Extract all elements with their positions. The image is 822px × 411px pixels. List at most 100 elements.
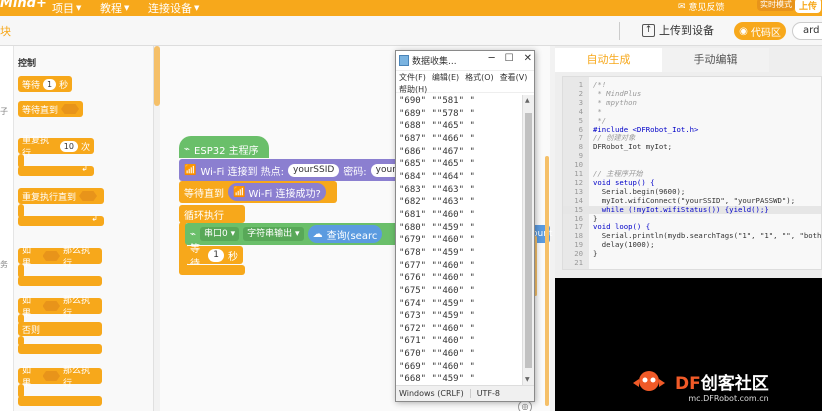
output-format-dropdown[interactable]: 字符串输出 ▾ <box>243 227 304 241</box>
line-number: 2 <box>578 88 583 98</box>
menu-format[interactable]: 格式(O) <box>465 72 494 83</box>
notepad-line: "679" ""460" " <box>399 235 475 246</box>
notepad-titlebar[interactable]: 数据收集... ─ ☐ ✕ <box>396 51 534 71</box>
workspace-vertical-scrollbar[interactable] <box>545 156 549 406</box>
code-text: delay(1000); <box>593 240 655 250</box>
code-line: 19 delay(1000); <box>563 240 821 250</box>
feedback-button[interactable]: ✉ 意见反馈 <box>678 0 725 14</box>
notepad-line: "674" ""459" " <box>399 298 475 309</box>
mail-icon: ✉ <box>678 1 686 12</box>
code-line: 15 while (!myIot.wifiStatus()) {yield();… <box>563 205 821 214</box>
scrollbar-thumb[interactable] <box>525 113 532 368</box>
wait-until-block[interactable]: 等待直到 📶 Wi-Fi 连接成功? <box>179 181 337 203</box>
code-line: 11 // 主程序开始 <box>563 169 821 178</box>
watermark: DF创客社区 mc.DFRobot.com.cn <box>633 369 769 403</box>
top-menu-bar: Mind+ 项目 ▼ 教程 ▼ 连接设备 ▼ ✉ 意见反馈 实时模式 上传 <box>0 0 822 16</box>
wait-block[interactable]: 等待 1 秒 <box>185 244 243 270</box>
palette-block-wait-until[interactable]: 等待直到 <box>18 101 84 117</box>
code-text: */ <box>593 115 607 125</box>
notepad-line: "668" ""459" " <box>399 374 475 385</box>
condition-slot <box>42 371 60 381</box>
code-text: // 主程序开始 <box>593 169 643 178</box>
serial-print-block[interactable]: ⌁ 串口0 ▾ 字符串输出 ▾ ☁ 查询(searc <box>185 223 400 245</box>
condition-slot <box>61 104 80 114</box>
code-icon: ◉ <box>739 25 748 37</box>
palette-block-wait[interactable]: 等待 1 秒 <box>18 76 73 92</box>
upload-mode-button[interactable]: 上传 <box>795 0 822 13</box>
palette-block-repeat[interactable]: 重复执行 10 次 <box>18 136 94 159</box>
notepad-line: "686" ""467" " <box>399 146 475 157</box>
notepad-line: "678" ""459" " <box>399 247 475 258</box>
palette-block-if-else[interactable]: 如果 那么执行 <box>18 296 102 319</box>
notepad-line: "689" ""578" " <box>399 108 475 119</box>
menu-view[interactable]: 查看(V) <box>500 72 528 83</box>
realtime-mode-button[interactable]: 实时模式 <box>757 0 795 11</box>
palette-block-repeat-until[interactable]: 重复执行直到 <box>18 188 104 204</box>
mindplus-window: Mind+ 项目 ▼ 教程 ▼ 连接设备 ▼ ✉ 意见反馈 实时模式 上传 块 ↑ 上传… <box>0 0 822 411</box>
wifi-connected-condition[interactable]: 📶 Wi-Fi 连接成功? <box>228 183 326 201</box>
board-selector[interactable]: ard <box>792 22 822 40</box>
scroll-up-icon[interactable]: ▲ <box>525 97 530 104</box>
category-label[interactable]: 子 <box>0 106 8 117</box>
line-number: 12 <box>574 177 583 187</box>
brand-df: DF <box>675 374 701 394</box>
block-footer <box>18 396 102 406</box>
code-line: 18 Serial.println(mydb.searchTags("1", "… <box>563 232 821 240</box>
scroll-down-icon[interactable]: ▼ <box>525 376 530 383</box>
upload-to-device-button[interactable]: ↑ 上传到设备 <box>642 22 714 38</box>
line-number: 9 <box>578 151 583 161</box>
ssid-field[interactable]: yourSSID <box>288 163 340 177</box>
line-number: 1 <box>578 80 583 89</box>
menu-project[interactable]: 项目 ▼ <box>52 0 81 16</box>
menu-edit[interactable]: 编辑(E) <box>432 72 459 83</box>
code-text: void setup() { <box>593 177 655 187</box>
menu-file[interactable]: 文件(F) <box>399 72 426 83</box>
serial-monitor: DF创客社区 mc.DFRobot.com.cn <box>555 278 822 411</box>
line-number: 13 <box>574 186 583 196</box>
tab-auto-generate[interactable]: 自动生成 <box>555 48 662 72</box>
upload-icon: ↑ <box>642 23 655 37</box>
code-line: 10 <box>563 161 821 169</box>
code-text: void loop() { <box>593 222 651 232</box>
notepad-text-area[interactable]: "690" ""581" " "689" ""578" " "688" ""465"… <box>396 95 522 385</box>
query-block[interactable]: ☁ 查询(searc <box>307 225 383 243</box>
notepad-line: "673" ""459" " <box>399 311 475 322</box>
code-panel: 自动生成 手动编辑 1/*! 2 * MindPlus 3 * mpython 4 *… <box>555 46 822 411</box>
notepad-window[interactable]: 数据收集... ─ ☐ ✕ 文件(F) 编辑(E) 格式(O) 查看(V) 帮助… <box>395 50 535 402</box>
line-number: 21 <box>574 258 583 267</box>
line-number: 6 <box>578 124 583 134</box>
code-editor[interactable]: 1/*! 2 * MindPlus 3 * mpython 4 * 5 */6 #incl… <box>562 76 822 270</box>
close-icon[interactable]: ✕ <box>524 53 532 64</box>
minimize-icon[interactable]: ─ <box>489 53 495 64</box>
divider <box>619 22 620 40</box>
notepad-line: "670" ""460" " <box>399 349 475 360</box>
notepad-line: "672" ""460" " <box>399 323 475 334</box>
repeat-arrow-icon: ↲ <box>81 164 88 173</box>
tab-blocks[interactable]: 块 <box>0 23 11 39</box>
code-line: 8 DFRobot_Iot myIot; <box>563 143 821 151</box>
serial-port-dropdown[interactable]: 串口0 ▾ <box>200 227 240 241</box>
palette-block-if-2[interactable]: 如果 那么执行 <box>18 366 102 389</box>
charset-status: UTF-8 <box>476 389 501 398</box>
cloud-icon: ☁ <box>312 228 323 240</box>
wait-seconds-field[interactable]: 1 <box>208 248 224 262</box>
menu-connect-device[interactable]: 连接设备 ▼ <box>148 0 199 16</box>
esp32-main-block[interactable]: ⌁ ESP32 主程序 <box>179 138 265 160</box>
code-line: 3 * mpython <box>563 98 821 107</box>
menu-tutorial[interactable]: 教程 ▼ <box>100 0 129 16</box>
category-label[interactable]: 务 <box>0 259 8 270</box>
code-area-toggle[interactable]: ◉ 代码区 <box>734 22 786 40</box>
code-line: 21 <box>563 258 821 267</box>
wifi-icon: 📶 <box>184 164 197 176</box>
tab-manual-edit[interactable]: 手动编辑 <box>662 48 769 72</box>
wifi-connect-block[interactable]: 📶 Wi-Fi 连接到 热点: yourSSID 密码: your <box>179 159 409 181</box>
loop-block[interactable]: 循环执行 <box>179 205 245 223</box>
menu-help[interactable]: 帮助(H) <box>399 84 427 95</box>
line-number: 7 <box>578 133 583 143</box>
palette-block-else[interactable]: 否则 <box>18 322 102 336</box>
notepad-line: "685" ""465" " <box>399 159 475 170</box>
notepad-line: "675" ""460" " <box>399 285 475 296</box>
palette-block-if[interactable]: 如果 那么执行 <box>18 246 102 269</box>
notepad-vertical-scrollbar[interactable]: ▲ ▼ <box>522 95 534 385</box>
maximize-icon[interactable]: ☐ <box>505 53 514 64</box>
